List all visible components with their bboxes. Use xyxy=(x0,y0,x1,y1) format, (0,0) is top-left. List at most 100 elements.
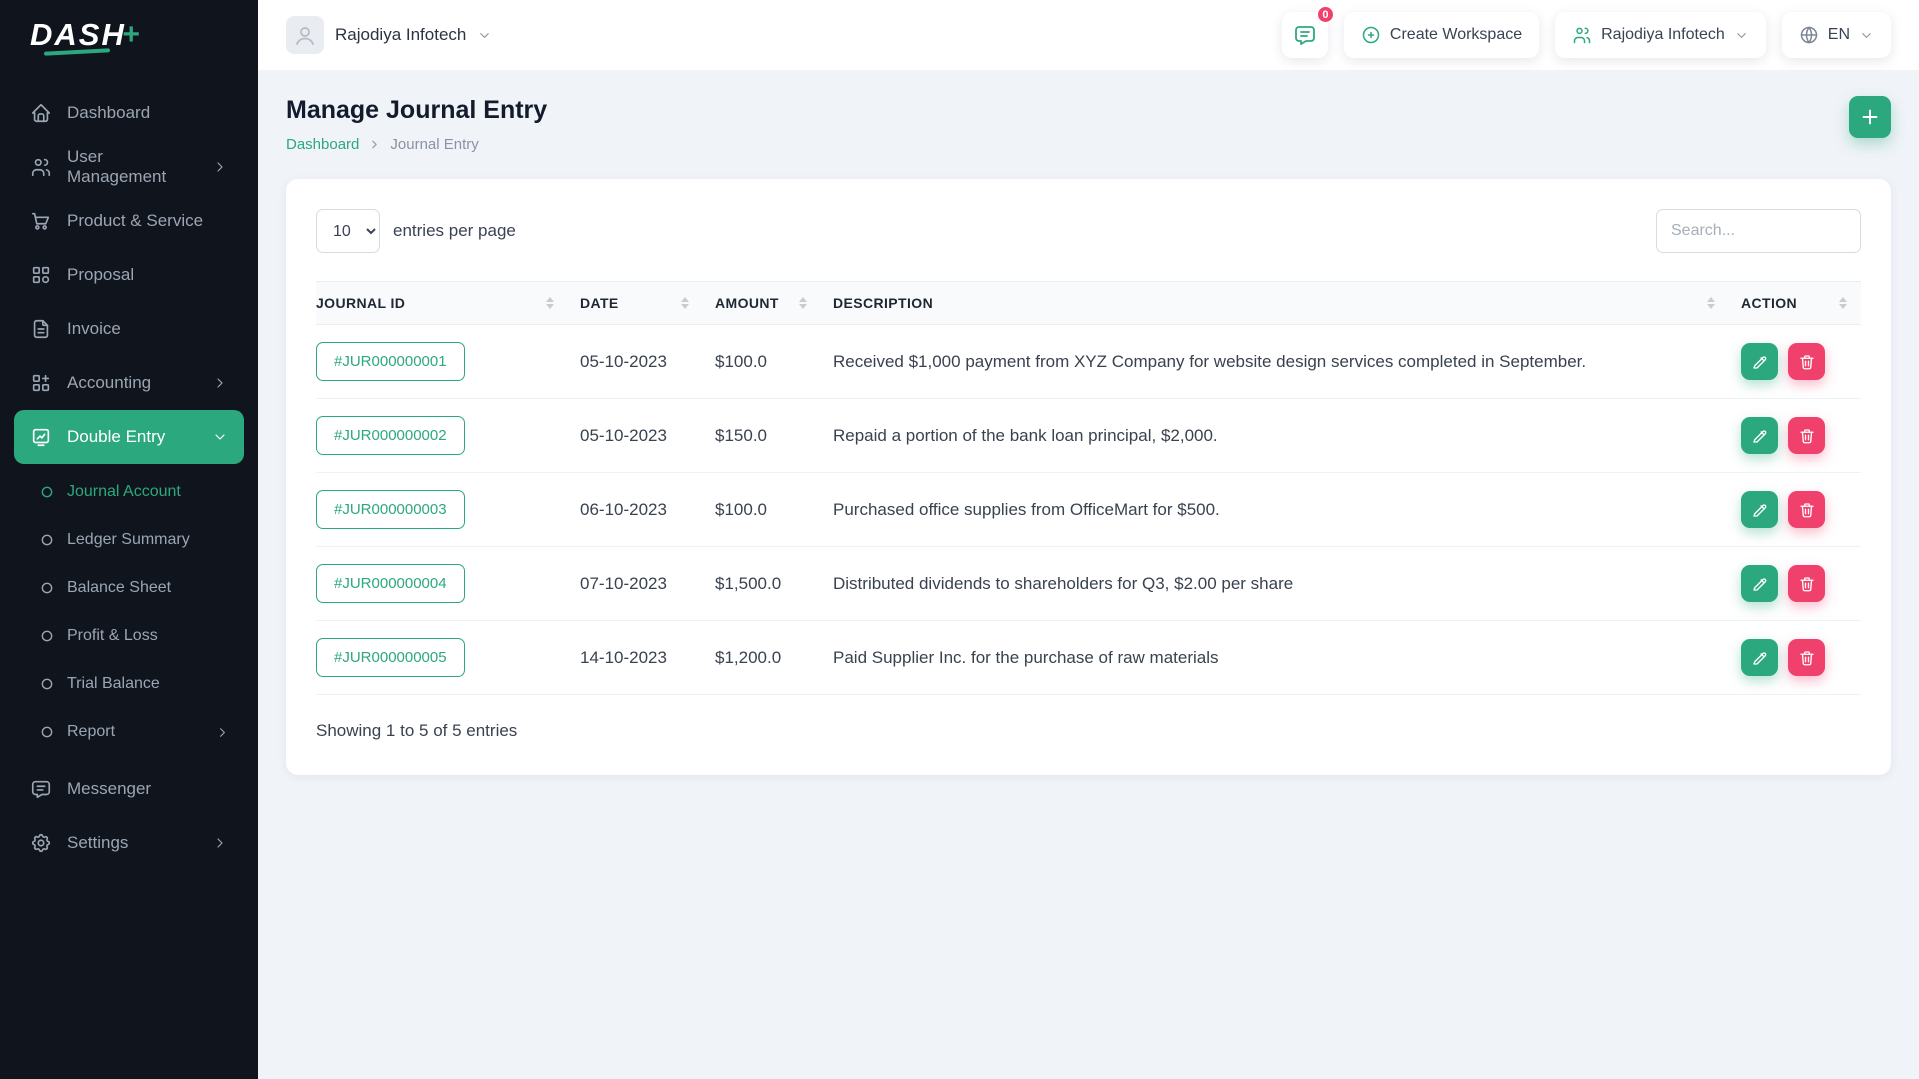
page-header: Manage Journal Entry Dashboard Journal E… xyxy=(286,96,1891,153)
pencil-icon xyxy=(1751,427,1769,445)
date-cell: 14-10-2023 xyxy=(568,620,703,695)
entries-summary: Showing 1 to 5 of 5 entries xyxy=(316,721,518,740)
delete-button[interactable] xyxy=(1788,491,1825,528)
edit-button[interactable] xyxy=(1741,639,1778,676)
column-header-action[interactable]: ACTION xyxy=(1729,281,1861,325)
double-entry-submenu: Journal Account Ledger Summary Balance S… xyxy=(14,464,244,762)
sidebar-item-messenger[interactable]: Messenger xyxy=(14,762,244,816)
circle-plus-icon xyxy=(1361,25,1381,45)
journal-table-card: 10 entries per page JOURNAL ID DATE AMOU… xyxy=(286,179,1891,775)
sort-icon[interactable] xyxy=(799,297,807,309)
sidebar-item-user-management[interactable]: User Management xyxy=(14,140,244,194)
chevron-right-icon xyxy=(368,138,381,151)
sidebar-item-label: Accounting xyxy=(67,373,152,392)
sidebar-subitem-trial-balance[interactable]: Trial Balance xyxy=(26,660,244,708)
entries-per-page-select[interactable]: 10 xyxy=(316,209,380,253)
breadcrumb-dashboard-link[interactable]: Dashboard xyxy=(286,136,359,153)
sidebar-subitem-report[interactable]: Report xyxy=(26,708,244,756)
messages-button[interactable]: 0 xyxy=(1281,5,1335,58)
bullet-circle-icon xyxy=(40,725,54,739)
sort-icon[interactable] xyxy=(1707,297,1715,309)
delete-button[interactable] xyxy=(1788,639,1825,676)
trash-icon xyxy=(1798,649,1816,667)
entries-per-page: 10 entries per page xyxy=(316,209,516,253)
bullet-circle-icon xyxy=(40,485,54,499)
add-journal-entry-button[interactable] xyxy=(1849,96,1891,138)
sidebar-item-label: Proposal xyxy=(67,265,135,284)
search-input[interactable] xyxy=(1656,209,1861,253)
create-workspace-button[interactable]: Create Workspace xyxy=(1343,12,1540,58)
language-selector[interactable]: EN xyxy=(1781,12,1891,58)
journal-id-badge: #JUR000000003 xyxy=(316,490,465,529)
chevron-right-icon xyxy=(212,159,228,175)
sidebar-subitem-label: Ledger Summary xyxy=(67,531,190,548)
delete-button[interactable] xyxy=(1788,565,1825,602)
sidebar-item-accounting[interactable]: Accounting xyxy=(14,356,244,410)
edit-button[interactable] xyxy=(1741,565,1778,602)
pencil-icon xyxy=(1751,501,1769,519)
bullet-circle-icon xyxy=(40,581,54,595)
sidebar-subitem-journal-account[interactable]: Journal Account xyxy=(26,468,244,516)
sidebar-item-dashboard[interactable]: Dashboard xyxy=(14,86,244,140)
sort-icon[interactable] xyxy=(546,297,554,309)
trash-icon xyxy=(1798,427,1816,445)
sidebar-item-label: Messenger xyxy=(67,779,152,798)
description-cell: Received $1,000 payment from XYZ Company… xyxy=(821,324,1729,399)
main-column: Rajodiya Infotech 0 Create Workspace Raj… xyxy=(258,0,1919,1079)
company-users-icon xyxy=(1572,25,1592,45)
sidebar-subitem-profit-loss[interactable]: Profit & Loss xyxy=(26,612,244,660)
table-header-row: JOURNAL ID DATE AMOUNT DESCRIPTION ACTIO… xyxy=(316,281,1861,325)
table-controls: 10 entries per page xyxy=(316,209,1861,253)
brand-logo[interactable]: DASH + xyxy=(0,0,258,70)
pencil-icon xyxy=(1751,575,1769,593)
apps-blocks-icon xyxy=(30,372,52,394)
sidebar: DASH + Dashboard User Management Product … xyxy=(0,0,258,1079)
edit-button[interactable] xyxy=(1741,343,1778,380)
amount-cell: $100.0 xyxy=(703,324,821,399)
description-cell: Paid Supplier Inc. for the purchase of r… xyxy=(821,620,1729,695)
column-header-amount[interactable]: AMOUNT xyxy=(703,281,821,325)
sidebar-subitem-balance-sheet[interactable]: Balance Sheet xyxy=(26,564,244,612)
amount-cell: $1,500.0 xyxy=(703,546,821,621)
sort-icon[interactable] xyxy=(1839,297,1847,309)
sidebar-item-double-entry[interactable]: Double Entry xyxy=(14,410,244,464)
chevron-down-icon xyxy=(212,429,228,445)
table-search xyxy=(1656,209,1861,253)
column-header-description[interactable]: DESCRIPTION xyxy=(821,281,1729,325)
amount-cell: $150.0 xyxy=(703,398,821,473)
home-icon xyxy=(30,102,52,124)
sidebar-subitem-ledger-summary[interactable]: Ledger Summary xyxy=(26,516,244,564)
sidebar-subitem-label: Journal Account xyxy=(67,483,181,500)
sidebar-nav: Dashboard User Management Product & Serv… xyxy=(0,70,258,1079)
brand-logo-plus-icon: + xyxy=(121,18,140,51)
sidebar-subitem-label: Profit & Loss xyxy=(67,627,158,644)
bullet-circle-icon xyxy=(40,533,54,547)
trash-icon xyxy=(1798,575,1816,593)
edit-button[interactable] xyxy=(1741,417,1778,454)
chat-bubble-icon xyxy=(30,778,52,800)
journal-id-badge: #JUR000000001 xyxy=(316,342,465,381)
workspace-selector[interactable]: Rajodiya Infotech xyxy=(286,16,492,54)
sidebar-item-label: Product & Service xyxy=(67,211,204,230)
sidebar-subitem-label: Report xyxy=(67,723,116,740)
company-selector[interactable]: Rajodiya Infotech xyxy=(1555,12,1766,58)
sidebar-item-invoice[interactable]: Invoice xyxy=(14,302,244,356)
page-content: Manage Journal Entry Dashboard Journal E… xyxy=(258,70,1919,1079)
table-row: #JUR000000002 05-10-2023 $150.0 Repaid a… xyxy=(316,398,1861,473)
sidebar-item-product-service[interactable]: Product & Service xyxy=(14,194,244,248)
pencil-icon xyxy=(1751,353,1769,371)
edit-button[interactable] xyxy=(1741,491,1778,528)
delete-button[interactable] xyxy=(1788,417,1825,454)
column-header-date[interactable]: DATE xyxy=(568,281,703,325)
sort-icon[interactable] xyxy=(681,297,689,309)
chat-icon xyxy=(1293,23,1317,47)
amount-cell: $1,200.0 xyxy=(703,620,821,695)
sidebar-item-settings[interactable]: Settings xyxy=(14,816,244,870)
journal-id-badge: #JUR000000002 xyxy=(316,416,465,455)
column-header-journal-id[interactable]: JOURNAL ID xyxy=(316,281,568,325)
amount-cell: $100.0 xyxy=(703,472,821,547)
cart-icon xyxy=(30,210,52,232)
delete-button[interactable] xyxy=(1788,343,1825,380)
sidebar-item-proposal[interactable]: Proposal xyxy=(14,248,244,302)
brand-logo-text: DASH xyxy=(30,17,126,52)
